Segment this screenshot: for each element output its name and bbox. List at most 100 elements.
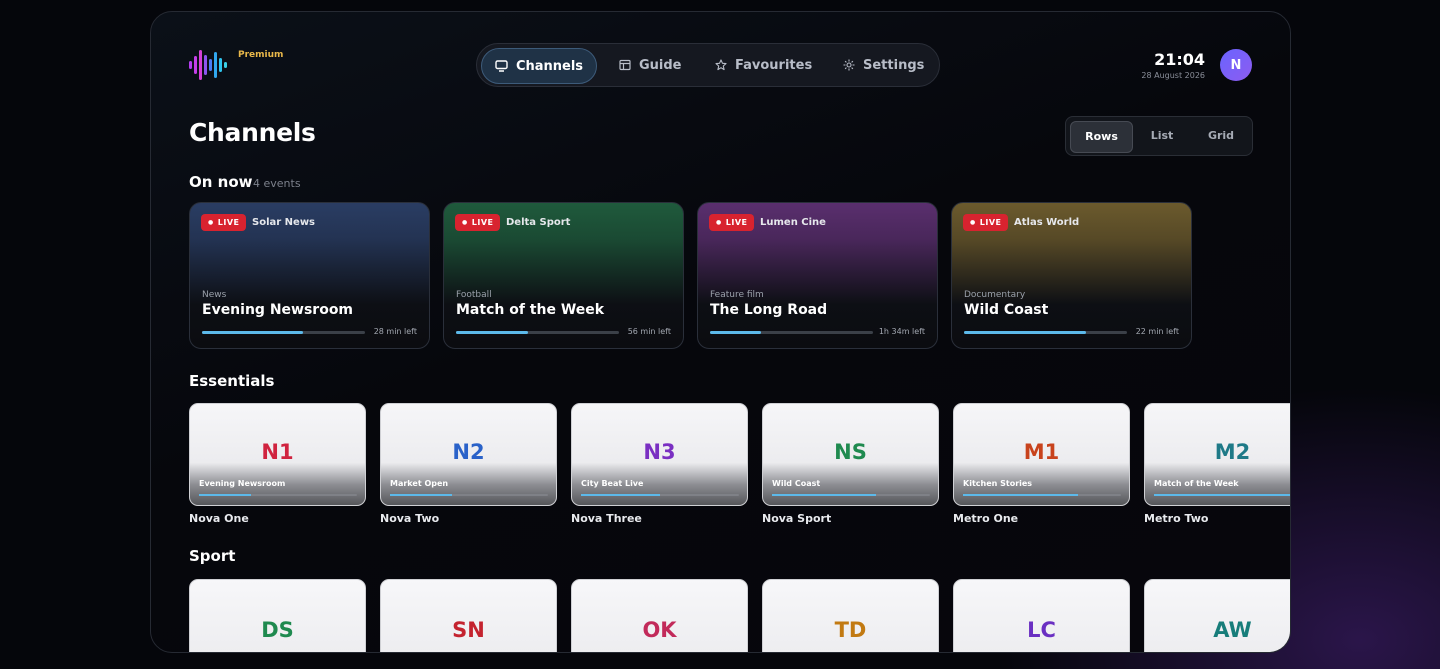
channel-name: Nova Sport <box>762 512 832 525</box>
progress-bar <box>963 494 1121 496</box>
live-badge: LIVE <box>709 214 755 231</box>
app-logo-icon <box>189 50 235 80</box>
live-genre: Documentary <box>964 290 1026 300</box>
channel-logo: NS <box>834 440 867 464</box>
view-list-button[interactable]: List <box>1140 121 1184 151</box>
live-program-title: The Long Road <box>710 302 828 318</box>
progress-fill <box>1154 494 1290 496</box>
channel-tile[interactable]: AW <box>1144 579 1290 652</box>
progress-bar <box>964 331 1127 334</box>
on-now-title: On now <box>189 173 253 191</box>
channel-tile[interactable]: TD <box>762 579 939 652</box>
progress-bar <box>772 494 930 496</box>
gear-icon <box>843 59 855 71</box>
live-program-title: Evening Newsroom <box>202 302 354 318</box>
time-remaining: 22 min left <box>1135 327 1179 336</box>
live-channel-name: Atlas World <box>1014 217 1080 228</box>
live-event-card[interactable]: LIVE Atlas World Documentary Wild Coast 22 m… <box>951 202 1192 349</box>
channel-tile[interactable]: M1 Kitchen Stories <box>953 403 1130 506</box>
channel-logo: SN <box>452 618 485 642</box>
progress-fill <box>581 494 660 496</box>
guide-grid-icon <box>619 59 631 71</box>
channel-tile[interactable]: NS Wild Coast <box>762 403 939 506</box>
current-program: Kitchen Stories <box>963 479 1033 488</box>
progress-bar <box>456 331 619 334</box>
live-channel-name: Delta Sport <box>506 217 571 228</box>
channel-logo: M1 <box>1023 440 1060 464</box>
view-grid-button[interactable]: Grid <box>1196 121 1246 151</box>
progress-bar <box>581 494 739 496</box>
channel-logo: OK <box>642 618 677 642</box>
tab-settings-label: Settings <box>863 57 925 73</box>
live-genre: Football <box>456 290 492 300</box>
channel-name: Metro One <box>953 512 1019 525</box>
on-now-count: 4 events <box>253 177 301 190</box>
progress-fill <box>710 331 761 334</box>
channel-tile[interactable]: DS <box>189 579 366 652</box>
live-badge: LIVE <box>963 214 1009 231</box>
progress-fill <box>199 494 252 496</box>
channel-tile[interactable]: M2 Match of the Week <box>1144 403 1290 506</box>
progress-fill <box>772 494 877 496</box>
tab-guide[interactable]: Guide <box>619 48 682 82</box>
live-event-card[interactable]: LIVE Delta Sport Football Match of the Week… <box>443 202 684 349</box>
time-remaining: 56 min left <box>627 327 671 336</box>
live-channel-name: Lumen Cine <box>760 217 826 228</box>
current-time: 21:04 <box>1154 50 1205 69</box>
progress-bar <box>202 331 365 334</box>
channel-logo: N1 <box>261 440 294 464</box>
live-program-title: Match of the Week <box>456 302 605 318</box>
app-window: Premium Channels Guide Favourites Settin… <box>150 11 1291 653</box>
channel-logo: M2 <box>1214 440 1251 464</box>
progress-bar <box>710 331 873 334</box>
channel-logo: TD <box>834 618 867 642</box>
channel-name: Nova Three <box>571 512 642 525</box>
current-program: Market Open <box>390 479 449 488</box>
channel-tile[interactable]: N3 City Beat Live <box>571 403 748 506</box>
live-genre: News <box>202 290 227 300</box>
progress-bar <box>1154 494 1290 496</box>
avatar[interactable]: N <box>1220 49 1252 81</box>
live-program-title: Wild Coast <box>964 302 1049 318</box>
essentials-title: Essentials <box>189 372 275 390</box>
progress-fill <box>963 494 1079 496</box>
view-rows-button[interactable]: Rows <box>1070 121 1133 153</box>
current-program: Wild Coast <box>772 479 821 488</box>
premium-badge: Premium <box>238 50 284 60</box>
live-badge: LIVE <box>455 214 501 231</box>
clock: 21:04 28 August 2026 <box>1141 50 1205 80</box>
progress-fill <box>964 331 1087 334</box>
tv-icon <box>495 60 508 72</box>
time-remaining: 1h 34m left <box>878 327 925 336</box>
current-program: Match of the Week <box>1154 479 1239 488</box>
channel-tile[interactable]: N1 Evening Newsroom <box>189 403 366 506</box>
channel-tile[interactable]: SN <box>380 579 557 652</box>
live-genre: Feature film <box>710 290 764 300</box>
tab-favourites[interactable]: Favourites <box>715 48 812 82</box>
channel-tile[interactable]: OK <box>571 579 748 652</box>
time-remaining: 28 min left <box>373 327 417 336</box>
live-event-card[interactable]: LIVE Solar News News Evening Newsroom 28 min… <box>189 202 430 349</box>
star-icon <box>715 59 727 71</box>
current-program: Evening Newsroom <box>199 479 286 488</box>
tab-favourites-label: Favourites <box>735 57 813 73</box>
progress-fill <box>202 331 304 334</box>
progress-bar <box>390 494 548 496</box>
channel-tile[interactable]: N2 Market Open <box>380 403 557 506</box>
live-channel-name: Solar News <box>252 217 316 228</box>
view-mode-toggle: Rows List Grid <box>1065 116 1253 156</box>
channel-name: Nova One <box>189 512 249 525</box>
channel-logo: N3 <box>643 440 676 464</box>
page-title: Channels <box>189 118 316 147</box>
channel-tile[interactable]: LC <box>953 579 1130 652</box>
live-event-card[interactable]: LIVE Lumen Cine Feature film The Long Road 1… <box>697 202 938 349</box>
tab-guide-label: Guide <box>639 57 682 73</box>
tab-channels-label: Channels <box>515 58 584 74</box>
sport-title: Sport <box>189 547 236 565</box>
live-badge: LIVE <box>201 214 247 231</box>
main-nav: Channels Guide Favourites Settings <box>476 43 940 87</box>
progress-fill <box>456 331 528 334</box>
tab-settings[interactable]: Settings <box>843 48 924 82</box>
channel-logo: AW <box>1213 618 1252 642</box>
tab-channels[interactable]: Channels <box>481 48 597 84</box>
